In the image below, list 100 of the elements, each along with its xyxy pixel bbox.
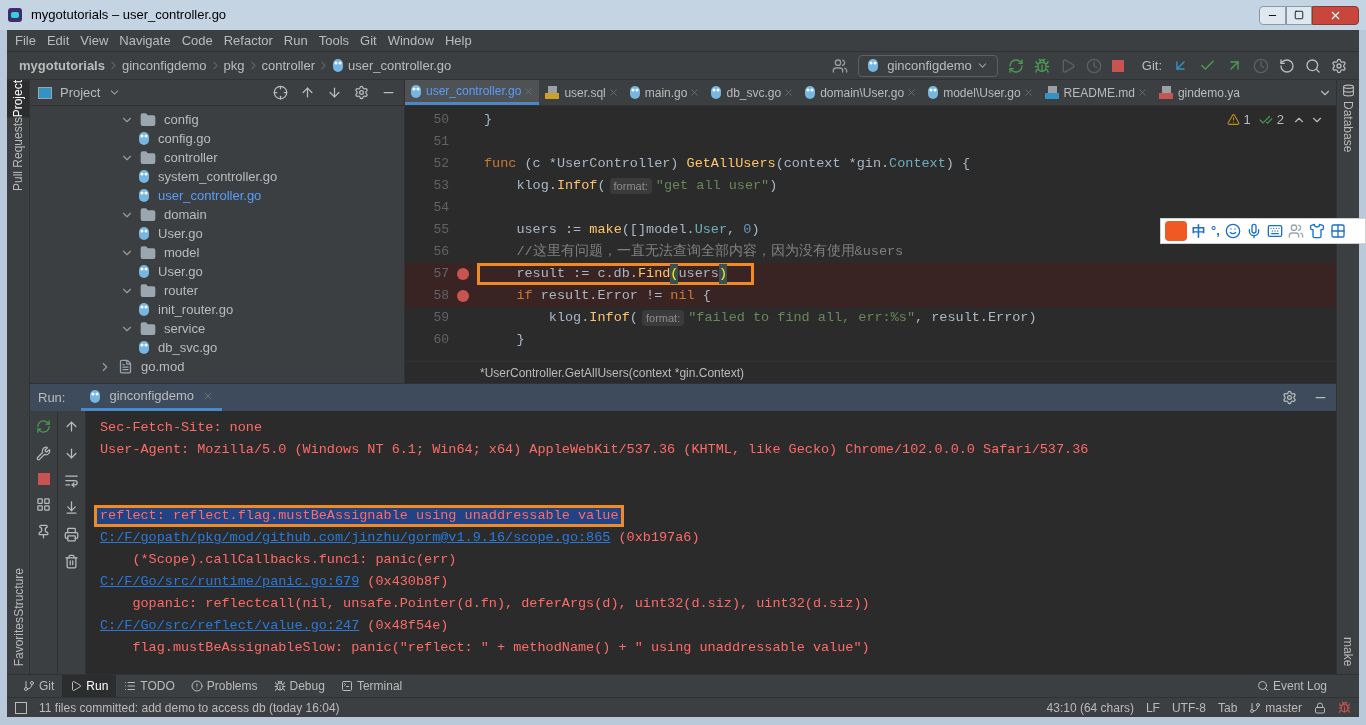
breadcrumb-item[interactable]: controller <box>261 55 315 76</box>
keyboard-icon[interactable] <box>1266 223 1283 239</box>
event-log-tab[interactable]: Event Log <box>1256 677 1351 695</box>
editor-tab[interactable]: model\User.go <box>922 80 1039 105</box>
editor-tab[interactable]: README.md <box>1038 80 1153 105</box>
tool-window-tab[interactable]: Database <box>1339 101 1357 153</box>
tree-item[interactable]: config <box>30 110 404 129</box>
soft-wrap-icon[interactable] <box>64 473 79 488</box>
tool-tab[interactable]: Git <box>15 675 63 697</box>
layout-icon[interactable] <box>36 497 51 512</box>
trash-icon[interactable] <box>64 554 79 569</box>
editor-tab[interactable]: domain\User.go <box>799 80 923 105</box>
print-icon[interactable] <box>64 527 79 542</box>
panel-title[interactable]: Project <box>60 82 101 103</box>
pin-icon[interactable] <box>36 524 51 539</box>
editor-tab[interactable]: user.sql <box>539 80 624 105</box>
breakpoint-icon[interactable] <box>457 268 469 280</box>
stop-icon[interactable] <box>1111 59 1124 72</box>
editor-tab[interactable]: user_controller.go <box>405 80 540 105</box>
tree-item[interactable]: User.go <box>30 224 404 243</box>
user-icon[interactable] <box>1287 223 1304 239</box>
tree-item[interactable]: controller <box>30 148 404 167</box>
tool-window-tab[interactable]: Pull Requests <box>7 117 29 192</box>
down-arrow-icon[interactable] <box>64 446 79 461</box>
tree-item[interactable]: config.go <box>30 129 404 148</box>
file-encoding[interactable]: UTF-8 <box>1171 698 1206 717</box>
stack-trace-link[interactable]: C:/F/gopath/pkg/mod/github.com/jinzhu/gorm@v1.9.16/scope.go:865 <box>100 527 611 549</box>
scroll-to-end-icon[interactable] <box>64 500 79 515</box>
close-tab-icon[interactable] <box>607 87 619 98</box>
tool-window-tab[interactable]: make <box>1339 636 1357 666</box>
tree-item[interactable]: system_controller.go <box>30 167 404 186</box>
tree-item[interactable]: domain <box>30 205 404 224</box>
indent-setting[interactable]: Tab <box>1217 698 1238 717</box>
close-button[interactable] <box>1312 5 1359 25</box>
stack-trace-link[interactable]: C:/F/Go/src/reflect/value.go:247 <box>100 615 360 637</box>
close-tab-icon[interactable] <box>1136 87 1148 98</box>
menu-item[interactable]: Code <box>181 30 213 51</box>
menu-item[interactable]: Navigate <box>119 30 171 51</box>
menu-item[interactable]: Edit <box>46 30 70 51</box>
panel-toggle-icon[interactable] <box>15 701 27 714</box>
editor-tab[interactable]: gindemo.ya <box>1152 80 1245 105</box>
breakpoint-icon[interactable] <box>457 290 469 302</box>
wrench-icon[interactable] <box>36 446 51 461</box>
close-tab-icon[interactable] <box>783 87 795 98</box>
stack-trace-link[interactable]: C:/F/Go/src/runtime/panic.go:679 <box>100 571 360 593</box>
debug-icon[interactable] <box>1033 57 1050 74</box>
tree-item[interactable]: user_controller.go <box>30 186 404 205</box>
weak-warning-count[interactable]: 2 <box>1276 110 1284 130</box>
expand-all-icon[interactable] <box>300 85 315 100</box>
menu-item[interactable]: Refactor <box>223 30 273 51</box>
editor-breadcrumb[interactable]: *UserController.GetAllUsers(context *gin.Context) <box>480 363 745 382</box>
menu-item[interactable]: View <box>80 30 109 51</box>
breadcrumb-item[interactable]: pkg <box>223 55 245 76</box>
settings-icon[interactable] <box>1282 390 1297 405</box>
emoji-icon[interactable] <box>1224 223 1241 239</box>
warning-count[interactable]: 1 <box>1243 110 1251 130</box>
lock-icon[interactable] <box>1314 701 1326 714</box>
tree-item[interactable]: model <box>30 243 404 262</box>
menu-item[interactable]: File <box>15 30 36 51</box>
maximize-button[interactable] <box>1286 5 1312 25</box>
menu-item[interactable]: Run <box>283 30 308 51</box>
tree-item[interactable]: init_router.go <box>30 300 404 319</box>
git-branch[interactable]: master <box>1249 698 1302 717</box>
tree-item[interactable]: router <box>30 281 404 300</box>
editor-tab[interactable]: db_svc.go <box>705 80 800 105</box>
tool-window-tab[interactable]: Structure <box>7 567 31 617</box>
stop-icon[interactable] <box>37 473 50 485</box>
tree-item[interactable]: User.go <box>30 262 404 281</box>
tool-tab[interactable]: Problems <box>182 675 266 697</box>
editor-tab[interactable]: main.go <box>623 80 706 105</box>
menu-item[interactable]: Tools <box>318 30 350 51</box>
tool-tab[interactable]: Terminal <box>332 675 411 697</box>
menu-item[interactable]: Git <box>360 30 377 51</box>
user-icon[interactable] <box>832 57 849 74</box>
breadcrumb-item[interactable]: ginconfigdemo <box>121 55 207 76</box>
tool-window-tab[interactable]: Project <box>7 80 29 118</box>
ime-punctuation[interactable]: °, <box>1211 221 1220 241</box>
breadcrumb-item[interactable]: user_controller.go <box>347 55 452 76</box>
rerun-icon[interactable] <box>36 419 51 434</box>
settings-icon[interactable] <box>1331 57 1347 74</box>
tree-item[interactable]: service <box>30 319 404 338</box>
collapse-all-icon[interactable] <box>327 85 342 100</box>
line-separator[interactable]: LF <box>1145 698 1160 717</box>
locate-icon[interactable] <box>273 85 288 100</box>
error-report-icon[interactable] <box>1338 701 1351 714</box>
menu-item[interactable]: Window <box>387 30 434 51</box>
grid-icon[interactable] <box>1329 223 1346 239</box>
run-configuration-dropdown[interactable]: ginconfigdemo <box>858 54 998 77</box>
close-tab-icon[interactable] <box>906 87 918 98</box>
search-icon[interactable] <box>1305 57 1321 74</box>
close-tab-icon[interactable] <box>689 87 701 98</box>
close-tab-icon[interactable] <box>1022 87 1034 98</box>
shirt-icon[interactable] <box>1308 223 1325 239</box>
database-icon[interactable] <box>1341 84 1355 97</box>
tool-tab[interactable]: Run <box>62 675 117 697</box>
menu-item[interactable]: Help <box>444 30 472 51</box>
caret-position[interactable]: 43:10 (64 chars) <box>1046 698 1134 717</box>
tool-tab[interactable]: TODO <box>116 675 183 697</box>
tree-item[interactable]: db_svc.go <box>30 338 404 357</box>
rollback-icon[interactable] <box>1279 57 1295 74</box>
